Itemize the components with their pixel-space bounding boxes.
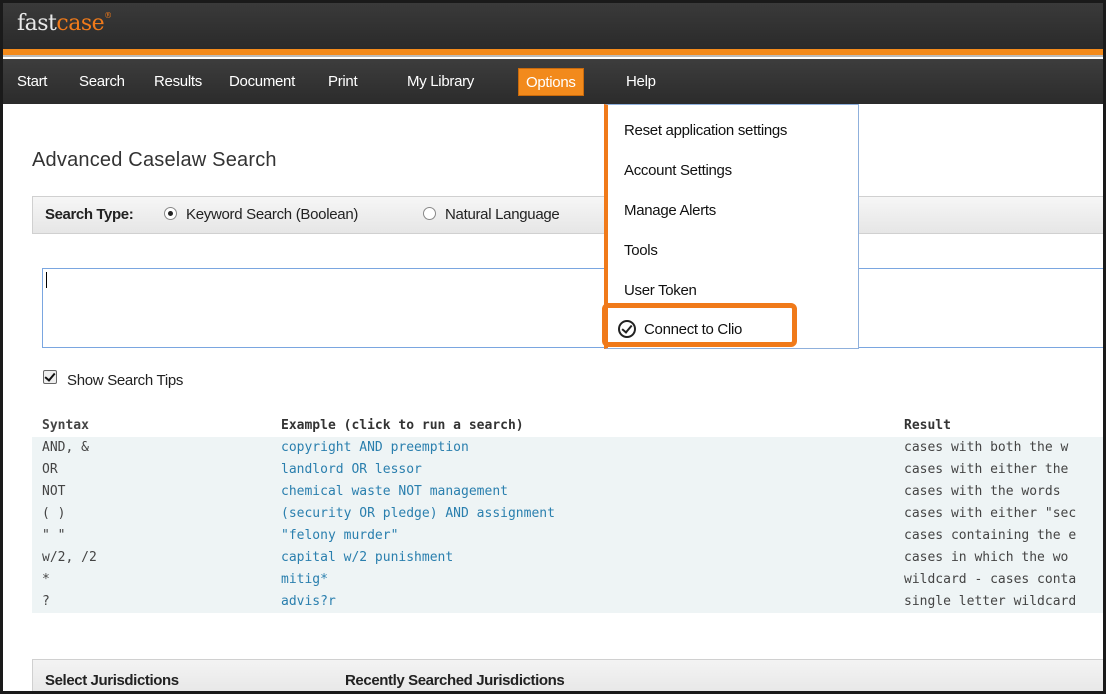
table-row: w/2, /2 capital w/2 punishment cases in … <box>32 547 1103 569</box>
example-link[interactable]: landlord OR lessor <box>281 462 422 477</box>
example-link[interactable]: capital w/2 punishment <box>281 550 453 565</box>
syntax-cell: w/2, /2 <box>42 550 97 565</box>
result-cell: cases in which the wo <box>904 550 1069 565</box>
tab-recent-jurisdictions[interactable]: Recently Searched Jurisdictions <box>345 672 565 689</box>
highlight-box <box>602 303 797 347</box>
result-cell: cases with either the <box>904 462 1069 477</box>
result-cell: cases with both the w <box>904 440 1069 455</box>
logo-mark: ® <box>104 11 112 20</box>
example-link[interactable]: advis?r <box>281 594 336 609</box>
show-tips-label[interactable]: Show Search Tips <box>67 372 183 389</box>
table-row: OR landlord OR lessor cases with either … <box>32 459 1103 481</box>
main-nav: Start Search Results Document Print My L… <box>3 59 1103 104</box>
syntax-cell: " " <box>42 528 66 543</box>
nav-print[interactable]: Print <box>328 68 358 96</box>
radio-natural[interactable] <box>423 207 436 220</box>
search-query-input[interactable] <box>42 268 1103 348</box>
result-cell: cases with the words <box>904 484 1061 499</box>
table-row: ? advis?r single letter wildcard <box>32 591 1103 613</box>
header-example: Example (click to run a search) <box>281 418 524 433</box>
logo-main: fast <box>17 11 57 36</box>
example-link[interactable]: copyright AND preemption <box>281 440 469 455</box>
example-link[interactable]: chemical waste NOT management <box>281 484 508 499</box>
logo-accent: case <box>56 11 105 36</box>
menu-tools[interactable]: Tools <box>624 242 658 259</box>
tab-select-jurisdictions[interactable]: Select Jurisdictions <box>45 672 179 689</box>
syntax-cell: ( ) <box>42 506 66 521</box>
table-row: ( ) (security OR pledge) AND assignment … <box>32 503 1103 525</box>
nav-my-library[interactable]: My Library <box>407 68 474 96</box>
nav-help[interactable]: Help <box>626 68 656 96</box>
text-caret <box>46 272 47 288</box>
menu-account-settings[interactable]: Account Settings <box>624 162 732 179</box>
nav-results[interactable]: Results <box>154 68 202 96</box>
syntax-cell: NOT <box>42 484 66 499</box>
app-window: fastcase® Start Search Results Document … <box>0 0 1106 694</box>
syntax-cell: ? <box>42 594 50 609</box>
tips-body: AND, & copyright AND preemption cases wi… <box>32 437 1103 613</box>
radio-keyword-label[interactable]: Keyword Search (Boolean) <box>186 206 358 223</box>
radio-keyword[interactable] <box>164 207 177 220</box>
nav-options[interactable]: Options <box>518 68 584 96</box>
brand-bar: fastcase® <box>3 3 1103 49</box>
table-row: * mitig* wildcard - cases conta <box>32 569 1103 591</box>
search-type-label: Search Type: <box>45 206 134 223</box>
table-row: AND, & copyright AND preemption cases wi… <box>32 437 1103 459</box>
show-tips-checkbox[interactable] <box>43 370 57 384</box>
result-cell: single letter wildcard <box>904 594 1077 609</box>
result-cell: wildcard - cases conta <box>904 572 1077 587</box>
syntax-cell: OR <box>42 462 58 477</box>
radio-natural-label[interactable]: Natural Language <box>445 206 560 223</box>
table-row: " " "felony murder" cases containing the… <box>32 525 1103 547</box>
menu-user-token[interactable]: User Token <box>624 282 697 299</box>
syntax-cell: * <box>42 572 50 587</box>
table-row: NOT chemical waste NOT management cases … <box>32 481 1103 503</box>
header-syntax: Syntax <box>42 418 89 433</box>
example-link[interactable]: (security OR pledge) AND assignment <box>281 506 555 521</box>
header-result: Result <box>904 418 951 433</box>
options-dropdown: Reset application settings Account Setti… <box>602 104 859 349</box>
example-link[interactable]: "felony murder" <box>281 528 398 543</box>
nav-search[interactable]: Search <box>79 68 125 96</box>
syntax-cell: AND, & <box>42 440 89 455</box>
menu-manage-alerts[interactable]: Manage Alerts <box>624 202 716 219</box>
search-type-bar: Search Type: Keyword Search (Boolean) Na… <box>32 196 1103 234</box>
page-title: Advanced Caselaw Search <box>32 149 277 171</box>
search-tips-table: Syntax Example (click to run a search) R… <box>32 415 1103 613</box>
menu-reset-settings[interactable]: Reset application settings <box>624 122 787 139</box>
result-cell: cases with either "sec <box>904 506 1077 521</box>
fastcase-logo[interactable]: fastcase® <box>17 11 112 36</box>
nav-document[interactable]: Document <box>229 68 295 96</box>
example-link[interactable]: mitig* <box>281 572 328 587</box>
jurisdictions-bar: Select Jurisdictions Recently Searched J… <box>32 659 1103 691</box>
nav-start[interactable]: Start <box>17 68 47 96</box>
brand-stripe <box>3 49 1103 57</box>
result-cell: cases containing the e <box>904 528 1077 543</box>
tips-header: Syntax Example (click to run a search) R… <box>32 415 1103 437</box>
